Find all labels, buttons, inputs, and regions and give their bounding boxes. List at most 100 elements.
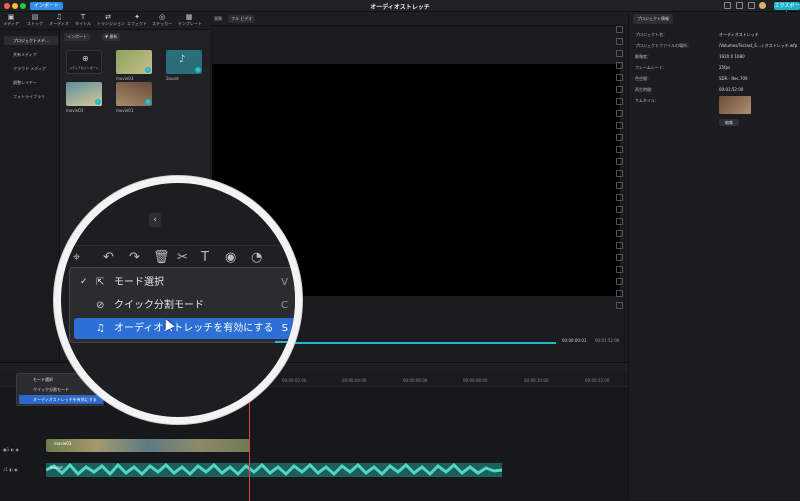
import-media-tile[interactable]: ⊕ メディアのインポート (66, 50, 102, 74)
tool-transition[interactable]: ⇄ トランジション (97, 13, 125, 27)
view-mode-dropdown[interactable]: フル ビデオ (228, 15, 256, 23)
audio-clip-label: Sound (50, 465, 63, 470)
strip-checkbox[interactable] (616, 290, 623, 297)
strip-checkbox[interactable] (616, 98, 623, 105)
media-icon: ▣ (7, 13, 15, 21)
project-thumbnail (719, 96, 751, 114)
tool-template[interactable]: ▦ テンプレート (178, 13, 202, 27)
strip-checkbox[interactable] (616, 218, 623, 225)
check-icon: ✓ (95, 99, 101, 105)
menu-item-audio-stretch[interactable]: オーディオストレッチを有効にする (19, 395, 103, 404)
audio-waveform[interactable]: Sound (46, 463, 502, 477)
title-bar: インポート オーディオストレッチ エクスポート (0, 0, 800, 17)
current-time: 00:00:00:01 (562, 338, 587, 343)
sidebar-item-photo-library[interactable]: フォトライブラリ (4, 92, 58, 101)
edit-mode-menu: ✓ ⇱ モード選択 V ⊘ クイック分割モード C ♫ オーディオストレッチを有… (69, 267, 295, 343)
media-sidebar: プロジェクトメデ... 共有メディア クラウド メディア 調整レイヤー フォトラ… (0, 30, 60, 360)
effect-icon: ✦ (134, 13, 140, 21)
marker-strip (614, 22, 626, 362)
project-info-panel: プロジェクト情報 プロジェクト名： オーディオストレッチ プロジェクトファイルの… (628, 12, 800, 500)
menu-item-audio-stretch[interactable]: ♫ オーディオストレッチを有効にする S (74, 318, 295, 339)
strip-checkbox[interactable] (616, 38, 623, 45)
tool-sticker[interactable]: ◎ ステッカー (151, 13, 173, 27)
tool-audio[interactable]: ♫ オーディオ (48, 13, 70, 27)
tool-stock[interactable]: ▤ ストック (24, 13, 46, 27)
media-thumb[interactable]: ✓ (66, 82, 102, 106)
strip-checkbox[interactable] (616, 110, 623, 117)
tool-media[interactable]: ▣ メディア (0, 13, 22, 27)
speed-icon[interactable]: ◔ (251, 250, 262, 265)
music-note-icon: ♫ (96, 323, 105, 334)
strip-checkbox[interactable] (616, 134, 623, 141)
magnifier-callout: ‹ ⌖ ↶ ↷ 🗑 ✂ T ◉ ◔ ✓ ⇱ モード選択 V ⊘ クイック分割モー… (54, 176, 302, 424)
import-dropdown[interactable]: インポート (64, 33, 90, 41)
sidebar-item-cloud-media[interactable]: クラウド メディア (4, 64, 58, 73)
menu-item-quick-split[interactable]: ⊘ クイック分割モード C (74, 295, 295, 316)
delete-icon[interactable]: 🗑 (153, 250, 170, 265)
strip-checkbox[interactable] (616, 206, 623, 213)
tool-effect[interactable]: ✦ エフェクト (126, 13, 148, 27)
undo-icon[interactable]: ↶ (103, 250, 114, 265)
text-icon[interactable]: T (201, 250, 209, 265)
transition-icon: ⇄ (105, 13, 111, 21)
download-icon[interactable] (736, 2, 743, 9)
color-icon[interactable]: ◉ (225, 250, 236, 265)
tab-project-info[interactable]: プロジェクト情報 (633, 14, 673, 24)
redo-icon[interactable]: ↷ (129, 250, 140, 265)
app-title: オーディオストレッチ (370, 4, 430, 11)
strip-checkbox[interactable] (616, 254, 623, 261)
collapse-panel-icon[interactable]: ‹ (149, 213, 161, 227)
sidebar-item-adjustment-layer[interactable]: 調整レイヤー (4, 78, 58, 87)
strip-checkbox[interactable] (616, 170, 623, 177)
check-icon: ✓ (145, 67, 151, 73)
strip-checkbox[interactable] (616, 122, 623, 129)
scissors-icon[interactable]: ✂ (177, 250, 188, 265)
strip-checkbox[interactable] (616, 302, 623, 309)
title-icon: T (80, 13, 86, 21)
pointer-icon: ⇱ (96, 277, 105, 288)
strip-checkbox[interactable] (616, 242, 623, 249)
audio-icon: ♫ (55, 13, 63, 21)
media-bar: インポート ▼ 最新 (60, 32, 210, 42)
strip-checkbox[interactable] (616, 182, 623, 189)
menu-item-mode-select[interactable]: ✓ ⇱ モード選択 V (74, 272, 295, 293)
strip-checkbox[interactable] (616, 194, 623, 201)
sort-dropdown[interactable]: ▼ 最新 (102, 33, 121, 41)
avatar[interactable] (759, 2, 766, 9)
strip-checkbox[interactable] (616, 158, 623, 165)
preview-header: 画質 フル ビデオ (210, 12, 628, 26)
strip-checkbox[interactable] (616, 26, 623, 33)
stock-icon: ▤ (31, 13, 39, 21)
strip-checkbox[interactable] (616, 86, 623, 93)
asset-toolbar: ▣ メディア ▤ ストック ♫ オーディオ T タイトル ⇄ トランジション ✦ エフェクト… (0, 12, 210, 30)
media-thumb[interactable]: ✓ (116, 50, 152, 74)
music-note-icon: ♪ (179, 54, 186, 65)
strip-checkbox[interactable] (616, 230, 623, 237)
strip-checkbox[interactable] (616, 50, 623, 57)
plus-icon: ⊕ (82, 54, 89, 63)
grid-icon[interactable] (748, 2, 755, 9)
strip-checkbox[interactable] (616, 146, 623, 153)
media-thumb[interactable]: ✓ (116, 82, 152, 106)
strip-checkbox[interactable] (616, 62, 623, 69)
template-icon: ▦ (185, 13, 193, 21)
sticker-icon: ◎ (158, 13, 166, 21)
tool-title[interactable]: T タイトル (72, 13, 94, 27)
check-icon: ✓ (80, 277, 88, 287)
sidebar-item-project-media[interactable]: プロジェクトメデ... (4, 36, 58, 45)
edit-thumbnail-button[interactable]: 編集 (719, 119, 739, 126)
video-clip[interactable] (46, 439, 250, 452)
monitor-icon[interactable] (724, 2, 731, 9)
sidebar-item-shared-media[interactable]: 共有メディア (4, 50, 58, 59)
strip-checkbox[interactable] (616, 266, 623, 273)
media-thumb-audio[interactable]: ♪ ✓ (166, 50, 202, 74)
timeline-toolbar-zoomed: ⌖ ↶ ↷ 🗑 ✂ T ◉ ◔ (61, 245, 295, 267)
check-icon: ✓ (195, 67, 201, 73)
export-button[interactable]: エクスポート (774, 2, 800, 17)
select-tool-icon[interactable]: ⌖ (73, 250, 80, 265)
video-track-icon: ▣1 ◐ ◉ (3, 447, 19, 452)
check-icon: ✓ (145, 99, 151, 105)
strip-checkbox[interactable] (616, 74, 623, 81)
strip-checkbox[interactable] (616, 278, 623, 285)
split-icon: ⊘ (96, 300, 105, 311)
